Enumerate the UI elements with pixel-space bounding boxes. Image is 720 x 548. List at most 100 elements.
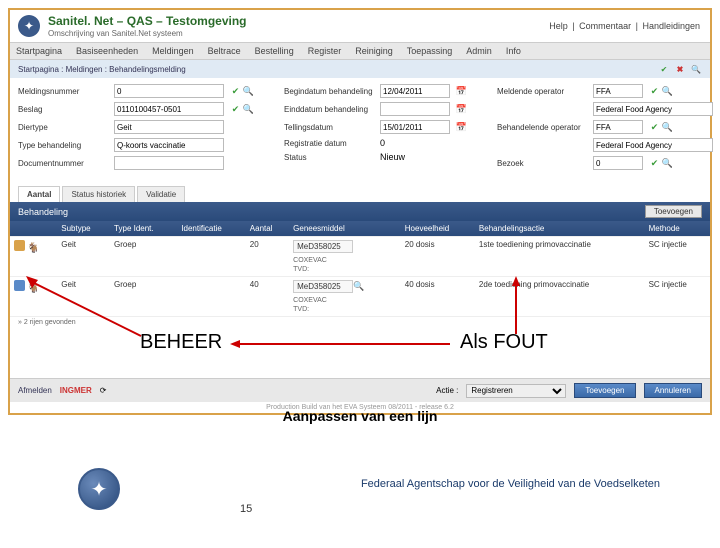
search-icon[interactable]: 🔍 [662,122,673,133]
begin-input[interactable] [380,84,450,98]
eind-input[interactable] [380,102,450,116]
tvd-label: TVD: [293,306,309,313]
close-icon[interactable]: ✖ [674,63,686,75]
col-actions [10,221,57,237]
meldingsnummer-input[interactable] [114,84,224,98]
edit-icon[interactable] [14,240,25,251]
comment-link[interactable]: Commentaar [579,21,631,31]
menu-register[interactable]: Register [308,46,342,56]
status-value: Nieuw [380,152,405,162]
search-icon[interactable]: 🔍 [662,86,673,97]
bezoek-input[interactable] [593,156,643,170]
tab-aantal[interactable]: Aantal [18,186,60,202]
menu-admin[interactable]: Admin [466,46,492,56]
footer-bar: Afmelden INGMER ⟳ Actie : Registreren To… [10,378,710,402]
beslag-label: Beslag [18,105,108,114]
search-icon[interactable]: 🔍 [243,104,254,115]
menu-reiniging[interactable]: Reiniging [355,46,393,56]
annotation-alsfout: Als FOUT [460,331,548,354]
menu-beltrace[interactable]: Beltrace [208,46,241,56]
search-icon[interactable]: 🔍 [243,86,254,97]
cell-actie: 2de toediening primovaccinatie [475,277,645,317]
telling-input[interactable] [380,120,450,134]
actie-select[interactable]: Registreren [466,384,566,398]
goat-icon: 🐐 [27,243,39,254]
org-logo-icon: ✦ [78,468,120,510]
calendar-icon[interactable]: 📅 [456,122,467,133]
add-button[interactable]: Toevoegen [645,205,702,218]
menu-bestelling[interactable]: Bestelling [255,46,294,56]
arrow-up-icon [512,276,520,334]
status-label: Status [284,153,374,162]
meldende-input[interactable] [593,84,643,98]
behand-input[interactable] [593,120,643,134]
col-methode: Methode [645,221,710,237]
cell-meth: SC injectie [645,237,710,277]
check-icon[interactable]: ✔ [649,86,660,97]
tab-status-historiek[interactable]: Status historiek [62,186,135,202]
cell-aantal: 40 [246,277,289,317]
manage-icon[interactable] [14,280,25,291]
menu-toepassing[interactable]: Toepassing [407,46,453,56]
cell-ident [177,237,245,277]
app-subtitle: Omschrijving van Sanitel.Net systeem [48,29,247,38]
table-row: 🐐 Geit Groep 20 MeD358025COXEVACTVD: 20 … [10,237,710,277]
search-icon[interactable]: 🔍 [353,281,364,292]
check-icon[interactable]: ✔ [649,122,660,133]
form-area: Meldingsnummer✔🔍 Beslag✔🔍 Diertype Type … [10,78,710,180]
refresh-icon[interactable]: ⟳ [100,386,107,395]
meldingsnummer-label: Meldingsnummer [18,87,108,96]
search-icon[interactable]: 🔍 [690,63,702,75]
titlebar: ✦ Sanitel. Net – QAS – Testomgeving Omsc… [10,10,710,42]
menu-meldingen[interactable]: Meldingen [152,46,194,56]
telling-label: Tellingsdatum [284,123,374,132]
menu-info[interactable]: Info [506,46,521,56]
menu-basiseenheden[interactable]: Basiseenheden [76,46,138,56]
reg-label: Registratie datum [284,139,374,148]
check-icon[interactable]: ✔ [230,104,241,115]
col-hoeveelheid: Hoeveelheid [401,221,475,237]
med-name: COXEVAC [293,297,327,304]
help-link[interactable]: Help [549,21,568,31]
check-icon[interactable]: ✔ [649,158,660,169]
tab-validatie[interactable]: Validatie [137,186,185,202]
slide-caption: Aanpassen van een lijn [0,408,720,424]
calendar-icon[interactable]: 📅 [456,104,467,115]
check-icon[interactable]: ✔ [230,86,241,97]
med-name: COXEVAC [293,257,327,264]
search-icon[interactable]: 🔍 [662,158,673,169]
toevoegen-button[interactable]: Toevoegen [574,383,635,398]
annuleren-button[interactable]: Annuleren [644,383,702,398]
logout-link[interactable]: Afmelden [18,386,52,395]
docnr-label: Documentnummer [18,159,108,168]
med-code: MeD358025 [293,240,353,253]
eind-label: Einddatum behandeling [284,105,374,114]
docnr-input[interactable] [114,156,224,170]
col-actie: Behandelingsactie [475,221,645,237]
cell-ident [177,277,245,317]
type-select[interactable] [114,138,224,152]
cell-hoev: 20 dosis [401,237,475,277]
arrow-left-icon [230,340,450,348]
breadcrumb: Startpagina : Meldingen : Behandelingsme… [10,60,710,78]
menu-startpagina[interactable]: Startpagina [16,46,62,56]
arrow-diag-icon [26,276,146,338]
col-aantal: Aantal [246,221,289,237]
menubar: Startpagina Basiseenheden Meldingen Belt… [10,42,710,60]
beslag-input[interactable] [114,102,224,116]
check-icon[interactable]: ✔ [658,63,670,75]
type-label: Type behandeling [18,141,108,150]
app-window: ✦ Sanitel. Net – QAS – Testomgeving Omsc… [8,8,712,415]
cell-aantal: 20 [246,237,289,277]
footer-org: Federaal Agentschap voor de Veiligheid v… [361,478,660,490]
manuals-link[interactable]: Handleidingen [642,21,700,31]
calendar-icon[interactable]: 📅 [456,86,467,97]
cell-hoev: 40 dosis [401,277,475,317]
breadcrumb-text: Startpagina : Meldingen : Behandelingsme… [18,65,186,74]
cell-meth: SC injectie [645,277,710,317]
section-header: Behandeling Toevoegen [10,202,710,221]
annotation-beheer: BEHEER [140,331,222,354]
behand2-input[interactable] [593,138,713,152]
meldende2-input[interactable] [593,102,713,116]
diertype-select[interactable] [114,120,224,134]
